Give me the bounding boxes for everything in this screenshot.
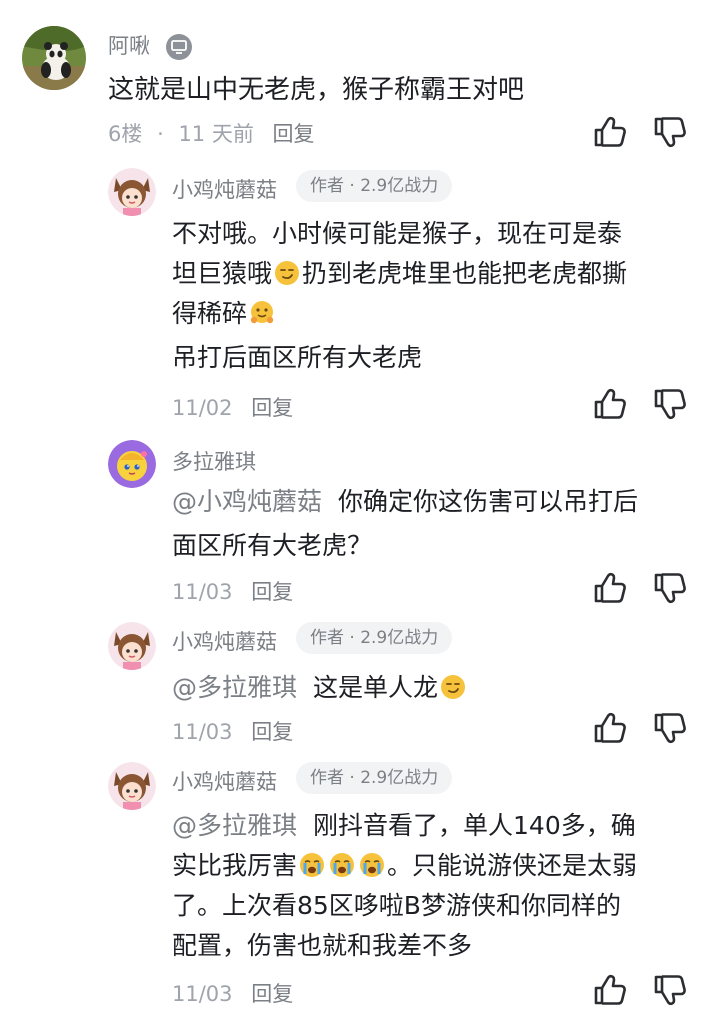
reply-username[interactable]: 多拉雅琪 xyxy=(172,446,256,476)
avatar[interactable] xyxy=(22,26,86,90)
reply-item: 小鸡炖蘑菇 作者 · 2.9亿战力 @多拉雅琪 这是单人龙 11/03 回复 xyxy=(0,612,704,752)
reply-button[interactable]: 回复 xyxy=(251,580,293,604)
author-badge: 作者 · 2.9亿战力 xyxy=(296,622,453,654)
reply-date: 11/03 xyxy=(172,720,233,744)
author-badge: 作者 · 2.9亿战力 xyxy=(296,170,453,202)
panda-avatar-icon xyxy=(22,26,86,90)
comment-username[interactable]: 阿啾 xyxy=(108,30,193,61)
thumbs-down-icon[interactable] xyxy=(652,570,688,606)
reply-meta: 11/03 回复 xyxy=(172,576,293,606)
comment-floor: 6楼 xyxy=(108,122,143,146)
reply-meta: 11/02 回复 xyxy=(172,392,293,422)
thumbs-down-icon[interactable] xyxy=(652,710,688,746)
thumbs-up-icon[interactable] xyxy=(592,710,628,746)
thumbs-up-icon[interactable] xyxy=(592,114,628,150)
reply-text: @多拉雅琪 这是单人龙 xyxy=(172,668,468,708)
reply-item: 多拉雅琪 @小鸡炖蘑菇 你确定你这伤害可以吊打后 面区所有大老虎？ 11/03 回… xyxy=(0,430,704,610)
reply-button[interactable]: 回复 xyxy=(251,982,293,1006)
thumbs-up-icon[interactable] xyxy=(592,386,628,422)
reply-username[interactable]: 小鸡炖蘑菇 xyxy=(172,174,277,204)
avatar[interactable] xyxy=(108,622,156,670)
reply-item: 小鸡炖蘑菇 作者 · 2.9亿战力 不对哦。小时候可能是猴子，现在可是泰 坦巨猿… xyxy=(0,160,704,430)
reply-text: @小鸡炖蘑菇 你确定你这伤害可以吊打后 面区所有大老虎？ xyxy=(172,487,639,560)
loudly-crying-emoji-icon xyxy=(359,852,385,878)
reply-username[interactable]: 小鸡炖蘑菇 xyxy=(172,766,277,796)
avatar[interactable] xyxy=(108,168,156,216)
reply-text: 不对哦。小时候可能是猴子，现在可是泰 坦巨猿哦 扔到老虎堆里也能把老虎都撕 得稀碎… xyxy=(172,219,628,372)
reply-button[interactable]: 回复 xyxy=(273,122,315,146)
mention-link[interactable]: @小鸡炖蘑菇 xyxy=(172,487,322,516)
reply-username[interactable]: 小鸡炖蘑菇 xyxy=(172,626,277,656)
computer-icon xyxy=(165,34,192,60)
hugging-emoji-icon xyxy=(249,300,275,326)
avatar[interactable] xyxy=(108,762,156,810)
author-badge: 作者 · 2.9亿战力 xyxy=(296,762,453,794)
mention-link[interactable]: @多拉雅琪 xyxy=(172,811,297,840)
reply-item: 小鸡炖蘑菇 作者 · 2.9亿战力 @多拉雅琪 刚抖音看了，单人140多，确 实比… xyxy=(0,752,704,1017)
reply-button[interactable]: 回复 xyxy=(251,720,293,744)
reply-date: 11/03 xyxy=(172,982,233,1006)
separator: · xyxy=(157,122,164,146)
mention-link[interactable]: @多拉雅琪 xyxy=(172,673,297,702)
thumbs-up-icon[interactable] xyxy=(592,570,628,606)
thumbs-down-icon[interactable] xyxy=(652,972,688,1008)
smirk-emoji-icon xyxy=(440,674,466,700)
reply-meta: 11/03 回复 xyxy=(172,716,293,746)
thumbs-down-icon[interactable] xyxy=(652,114,688,150)
avatar[interactable] xyxy=(108,440,156,488)
main-comment: 阿啾 这就是山中无老虎，猴子称霸王对吧 6楼 · 11 天前 回复 xyxy=(0,0,704,160)
reply-meta: 11/03 回复 xyxy=(172,978,293,1008)
comment-time: 11 天前 xyxy=(178,122,254,146)
thumbs-up-icon[interactable] xyxy=(592,972,628,1008)
reply-text: @多拉雅琪 刚抖音看了，单人140多，确 实比我厉害 。只能说游侠还是太弱 了。上次… xyxy=(172,811,638,960)
reply-date: 11/03 xyxy=(172,580,233,604)
reply-button[interactable]: 回复 xyxy=(251,396,293,420)
comment-text: 这就是山中无老虎，猴子称霸王对吧 xyxy=(108,75,525,105)
smirk-emoji-icon xyxy=(274,260,300,286)
loudly-crying-emoji-icon xyxy=(299,852,325,878)
reply-date: 11/02 xyxy=(172,396,233,420)
comment-meta: 6楼 · 11 天前 回复 xyxy=(108,118,315,148)
thumbs-down-icon[interactable] xyxy=(652,386,688,422)
loudly-crying-emoji-icon xyxy=(329,852,355,878)
